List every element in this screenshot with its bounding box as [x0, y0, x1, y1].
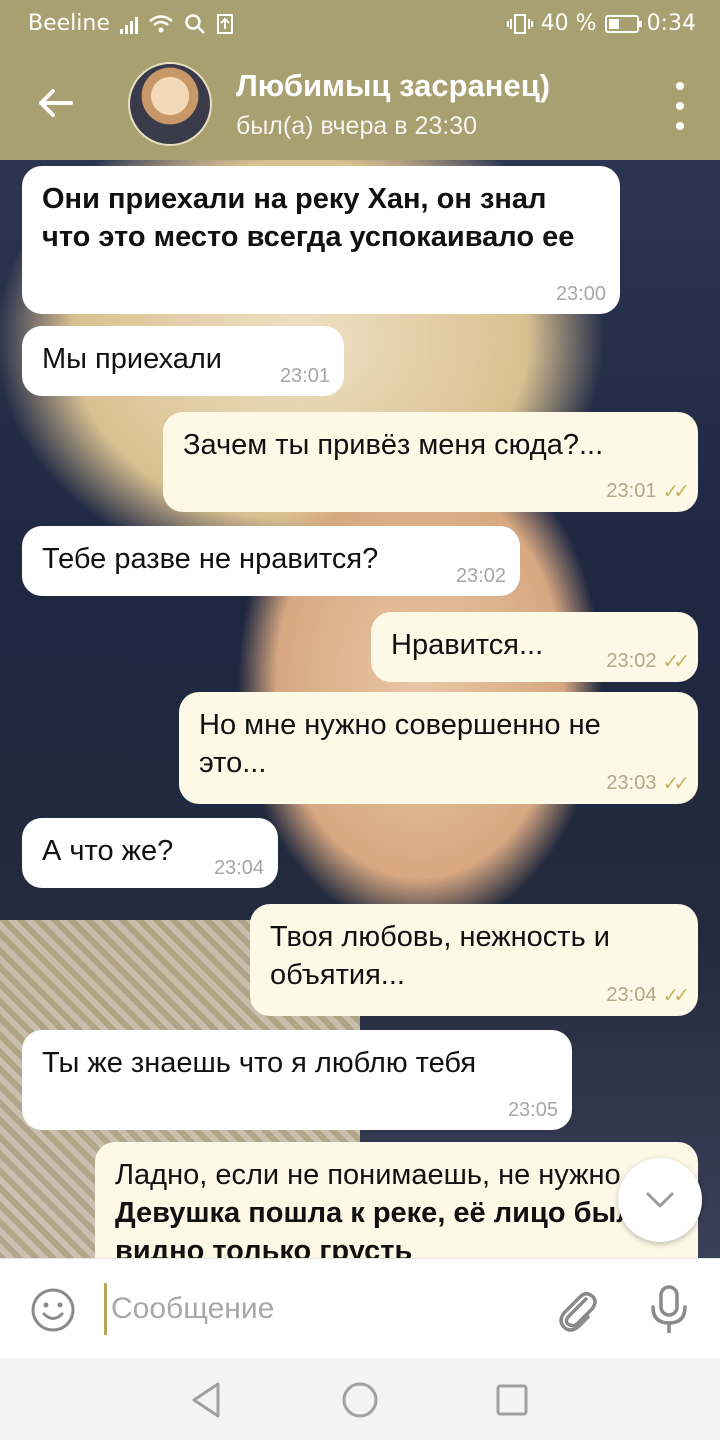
message-text: Ладно, если не понимаешь, не нужно... Де…	[115, 1156, 675, 1258]
message-bubble-outgoing[interactable]: Твоя любовь, нежность и объятия... 23:04…	[250, 904, 698, 1016]
message-time: 23:04	[213, 857, 264, 879]
message-text: Но мне нужно совершенно не это...	[199, 709, 601, 779]
battery-percent: 40 %	[540, 11, 597, 36]
message-time: 23:02	[455, 565, 506, 587]
chevron-down-icon	[646, 1192, 674, 1208]
wifi-icon	[149, 14, 173, 32]
upload-icon	[216, 13, 233, 34]
battery-level	[608, 18, 619, 29]
avatar[interactable]	[128, 62, 212, 146]
paperclip-icon[interactable]	[552, 1285, 602, 1335]
message-input[interactable]	[104, 1283, 524, 1335]
signal-icon	[119, 14, 138, 34]
system-nav-bar	[0, 1358, 720, 1440]
message-bubble-outgoing[interactable]: Но мне нужно совершенно не это... 23:03 ✓…	[179, 692, 698, 804]
message-time: 23:00	[555, 283, 606, 305]
message-text: Тебе разве не нравится?	[42, 543, 379, 575]
message-text: Зачем ты привёз меня сюда?...	[183, 429, 604, 461]
arrow-left-icon	[39, 89, 73, 117]
message-time: 23:01	[606, 480, 657, 502]
status-bar: Beeline 40 % 0:34	[0, 0, 720, 48]
message-time: 23:04	[606, 984, 657, 1006]
microphone-icon[interactable]	[644, 1283, 694, 1337]
carrier-name: Beeline	[28, 11, 110, 36]
battery-icon	[604, 14, 642, 33]
triangle-back-icon[interactable]	[184, 1378, 228, 1422]
chat-messages-area[interactable]: Они приехали на реку Хан, он знал что эт…	[0, 160, 720, 1258]
chat-title[interactable]: Любимыц засранец)	[236, 68, 550, 104]
message-bubble-outgoing[interactable]: Зачем ты привёз меня сюда?... 23:01 ✓✓	[163, 412, 698, 512]
message-input-bar	[0, 1258, 720, 1358]
message-time: 23:03	[606, 772, 657, 794]
chat-header: Любимыц засранец) был(а) вчера в 23:30	[0, 48, 720, 160]
message-bubble-incoming[interactable]: Тебе разве не нравится? 23:02	[22, 526, 520, 596]
more-vertical-icon	[676, 82, 684, 90]
message-text-bold: Девушка пошла к реке, её лицо было видно…	[115, 1197, 653, 1258]
message-text: Ты же знаешь что я люблю тебя	[42, 1047, 477, 1079]
message-bubble-incoming[interactable]: Мы приехали 23:01	[22, 326, 344, 396]
message-bubble-incoming[interactable]: Ты же знаешь что я люблю тебя 23:05	[22, 1030, 572, 1130]
message-bubble-incoming[interactable]: Они приехали на реку Хан, он знал что эт…	[22, 166, 620, 314]
double-check-icon: ✓✓	[662, 773, 689, 795]
circle-home-icon[interactable]	[338, 1378, 382, 1422]
scroll-down-button[interactable]	[618, 1158, 702, 1242]
status-bar-right: 40 % 0:34	[506, 11, 696, 36]
vibrate-icon	[506, 13, 533, 34]
search-icon	[185, 13, 205, 34]
clock: 0:34	[646, 11, 696, 36]
more-menu-button[interactable]	[670, 82, 690, 130]
message-time: 23:02	[606, 650, 657, 672]
message-bubble-incoming[interactable]: А что же? 23:04	[22, 818, 278, 888]
message-bubble-outgoing[interactable]: Нравится... 23:02 ✓✓	[371, 612, 698, 682]
message-text-plain: Ладно, если не понимаешь, не нужно...	[115, 1159, 645, 1191]
message-time: 23:01	[279, 365, 330, 387]
last-seen-status: был(а) вчера в 23:30	[236, 112, 478, 140]
status-bar-left: Beeline	[28, 11, 234, 36]
message-text: Они приехали на реку Хан, он знал что эт…	[42, 183, 575, 253]
double-check-icon: ✓✓	[662, 481, 689, 503]
double-check-icon: ✓✓	[662, 985, 689, 1007]
double-check-icon: ✓✓	[662, 651, 689, 673]
smiley-icon[interactable]	[30, 1287, 76, 1333]
square-recents-icon[interactable]	[490, 1378, 534, 1422]
message-bubble-outgoing[interactable]: Ладно, если не понимаешь, не нужно... Де…	[95, 1142, 698, 1258]
message-time: 23:05	[507, 1099, 558, 1121]
back-button[interactable]	[30, 78, 80, 128]
